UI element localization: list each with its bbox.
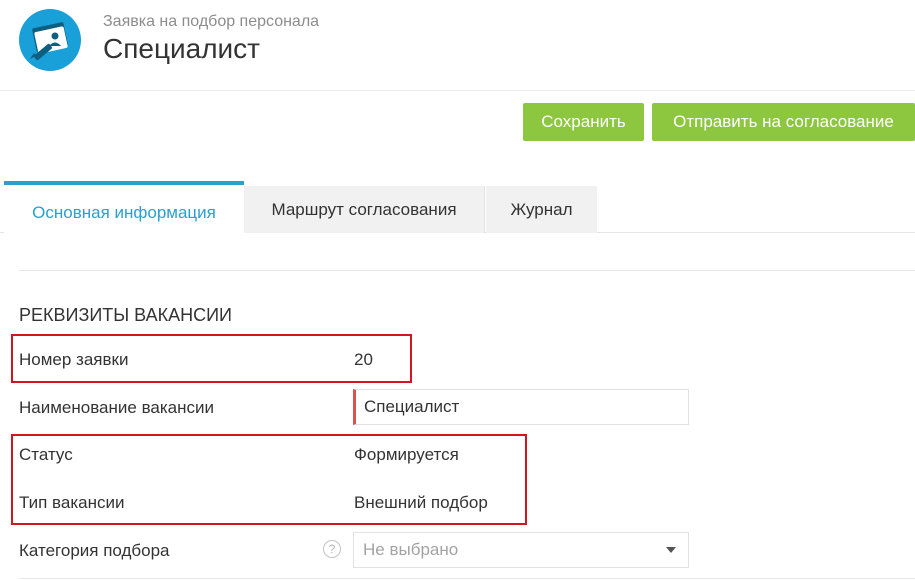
- highlight-box-request-number: [11, 334, 412, 383]
- tab-approval-route[interactable]: Маршрут согласования: [244, 186, 485, 233]
- help-icon[interactable]: ?: [323, 540, 341, 558]
- chevron-down-icon: [666, 547, 676, 553]
- tab-bar: Основная информация Маршрут согласования…: [4, 181, 915, 233]
- vacancy-name-label: Наименование вакансии: [19, 398, 215, 417]
- tab-main-info[interactable]: Основная информация: [4, 181, 244, 233]
- section-title: РЕКВИЗИТЫ ВАКАНСИИ: [19, 305, 232, 325]
- page: Заявка на подбор персонала Специалист Со…: [0, 0, 915, 580]
- save-button[interactable]: Сохранить: [523, 103, 644, 141]
- vacancy-name-input[interactable]: Специалист: [353, 389, 689, 425]
- header: Заявка на подбор персонала Специалист: [0, 0, 915, 91]
- selection-category-value: Не выбрано: [363, 540, 459, 559]
- recruiting-card-icon: [19, 9, 81, 71]
- selection-category-select[interactable]: Не выбрано: [353, 532, 689, 568]
- tab-journal[interactable]: Журнал: [486, 186, 597, 233]
- send-for-approval-button[interactable]: Отправить на согласование: [652, 103, 915, 141]
- page-title: Специалист: [103, 33, 261, 64]
- section-divider: [19, 270, 915, 271]
- page-subtitle: Заявка на подбор персонала: [103, 13, 320, 30]
- highlight-box-status-type: [11, 434, 527, 525]
- bottom-divider: [19, 578, 915, 579]
- selection-category-label: Категория подбора: [19, 541, 170, 560]
